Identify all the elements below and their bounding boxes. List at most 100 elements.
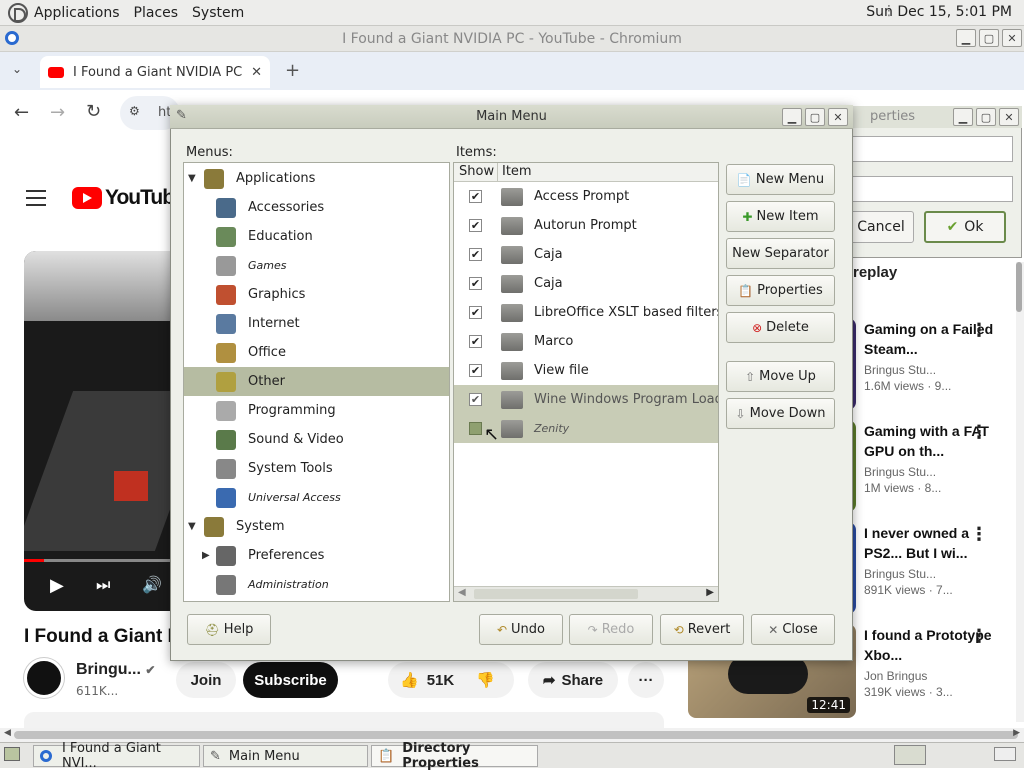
minimize-button[interactable]: ▁	[782, 108, 802, 126]
scroll-left-icon[interactable]: ◀	[4, 728, 11, 738]
show-checkbox-checked[interactable]: ✔	[469, 335, 482, 348]
tree-item[interactable]: Graphics	[184, 280, 449, 309]
more-vert-icon[interactable]: ⋮	[970, 626, 988, 647]
tree-item[interactable]: ▶ Preferences	[184, 541, 449, 570]
tree-item[interactable]: ▼ Applications	[184, 164, 449, 193]
dislike-icon[interactable]: 👎	[476, 671, 495, 689]
browser-horizontal-scrollbar[interactable]: ◀ ▶	[0, 728, 1024, 742]
close-button[interactable]: ✕	[999, 108, 1019, 126]
volume-icon[interactable]: 🔊	[142, 575, 162, 594]
maximize-button[interactable]: ▢	[976, 108, 996, 126]
tree-item[interactable]: Administration	[184, 570, 449, 599]
move-down-button[interactable]: ⇩ Move Down	[726, 398, 835, 429]
taskbar-item-main-menu[interactable]: ✎ Main Menu	[203, 745, 368, 767]
scrollbar-thumb[interactable]	[14, 731, 1018, 739]
help-button[interactable]: ⛑ Help	[187, 614, 271, 645]
directory-name-field[interactable]	[852, 136, 1013, 162]
item-row[interactable]: ✔ LibreOffice XSLT based filters	[454, 298, 718, 327]
guide-menu-icon[interactable]	[26, 190, 46, 206]
panel-clock[interactable]: Sun Dec 15, 5:01 PM	[866, 4, 1012, 20]
item-row[interactable]: ✔ Access Prompt	[454, 182, 718, 211]
tab-search-chevron-icon[interactable]: ⌄	[12, 62, 22, 76]
youtube-logo[interactable]: YouTube	[72, 186, 186, 210]
maximize-button[interactable]: ▢	[979, 29, 999, 47]
next-icon[interactable]: ⏭	[96, 575, 110, 595]
taskbar-item-directory-properties[interactable]: 📋 Directory Properties	[371, 741, 538, 771]
tab-close-icon[interactable]: ✕	[251, 65, 262, 80]
menus-tree[interactable]: ▼ Applications Accessories Education Games Gr…	[183, 162, 450, 602]
workspace-switcher[interactable]	[894, 745, 926, 765]
tree-item[interactable]: ▼ System	[184, 512, 449, 541]
column-show-header[interactable]: Show	[459, 164, 494, 179]
cancel-button[interactable]: Cancel	[848, 211, 914, 243]
tree-item[interactable]: System Tools	[184, 454, 449, 483]
properties-button[interactable]: 📋 Properties	[726, 275, 835, 306]
reload-icon[interactable]: ↻	[86, 101, 101, 122]
more-vert-icon[interactable]: ⋮	[970, 524, 988, 545]
tree-item[interactable]: Internet	[184, 309, 449, 338]
close-button[interactable]: ✕	[828, 108, 848, 126]
minimize-button[interactable]: ▁	[953, 108, 973, 126]
close-dialog-button[interactable]: ✕ Close	[751, 614, 835, 645]
item-row[interactable]: ✔ View file	[454, 356, 718, 385]
item-row[interactable]: ✔ Autorun Prompt	[454, 211, 718, 240]
items-horizontal-scrollbar[interactable]: ◀ ▶	[454, 586, 718, 601]
show-checkbox-checked[interactable]: ✔	[469, 190, 482, 203]
share-button[interactable]: ➦ Share	[528, 662, 618, 698]
item-row[interactable]: ✔ Wine Windows Program Loader	[454, 385, 718, 414]
panel-menu-places[interactable]: Places	[134, 5, 179, 21]
minimize-button[interactable]: ▁	[956, 29, 976, 47]
item-row[interactable]: ✔ Marco	[454, 327, 718, 356]
delete-button[interactable]: ⊗ Delete	[726, 312, 835, 343]
tree-item[interactable]: Office	[184, 338, 449, 367]
move-up-button[interactable]: ⇧ Move Up	[726, 361, 835, 392]
expander-open-icon[interactable]: ▼	[188, 173, 202, 184]
description-box[interactable]	[24, 712, 664, 728]
revert-button[interactable]: ⟲ Revert	[660, 614, 744, 645]
item-row[interactable]: ✔ Caja	[454, 269, 718, 298]
maximize-button[interactable]: ▢	[805, 108, 825, 126]
tree-item[interactable]: Education	[184, 222, 449, 251]
browser-tab-active[interactable]: I Found a Giant NVIDIA PC - Y ✕	[40, 56, 270, 88]
trash-applet-icon[interactable]	[994, 747, 1016, 761]
expander-open-icon[interactable]: ▼	[188, 521, 202, 532]
live-chat-replay-label[interactable]: replay	[853, 264, 897, 281]
distro-logo-icon[interactable]	[8, 2, 28, 23]
channel-name[interactable]: Bringu... ✔	[76, 661, 155, 679]
join-button[interactable]: Join	[176, 662, 236, 698]
page-scrollbar-thumb[interactable]	[1016, 262, 1022, 312]
scroll-left-icon[interactable]: ◀	[458, 587, 466, 598]
show-checkbox-checked[interactable]: ✔	[469, 219, 482, 232]
more-vert-icon[interactable]: ⋮	[970, 422, 988, 443]
show-checkbox-unchecked[interactable]	[469, 422, 482, 435]
close-button[interactable]: ✕	[1002, 29, 1022, 47]
page-scrollbar[interactable]	[1016, 262, 1024, 722]
tree-item[interactable]: Sound & Video	[184, 425, 449, 454]
channel-avatar[interactable]	[24, 658, 64, 698]
like-icon[interactable]: 👍	[400, 671, 419, 689]
show-checkbox-checked[interactable]: ✔	[469, 393, 482, 406]
new-item-button[interactable]: ✚ New Item	[726, 201, 835, 232]
ok-button[interactable]: ✔ Ok	[924, 211, 1006, 243]
item-row[interactable]: ✔ Caja	[454, 240, 718, 269]
back-arrow-icon[interactable]: ←	[14, 102, 29, 123]
tree-item[interactable]: Other	[184, 367, 449, 396]
panel-menu-system[interactable]: System	[192, 5, 244, 21]
show-checkbox-checked[interactable]: ✔	[469, 277, 482, 290]
more-actions-button[interactable]: ···	[628, 662, 664, 698]
show-desktop-icon[interactable]	[4, 747, 20, 761]
play-icon[interactable]: ▶	[50, 575, 64, 596]
column-item-header[interactable]: Item	[502, 164, 532, 179]
subscribe-button[interactable]: Subscribe	[243, 662, 338, 698]
tree-item[interactable]: Universal Access	[184, 483, 449, 512]
directory-comment-field[interactable]	[852, 176, 1013, 202]
tree-item[interactable]: Games	[184, 251, 449, 280]
new-separator-button[interactable]: New Separator	[726, 238, 835, 269]
taskbar-item-chromium[interactable]: I Found a Giant NVI...	[33, 741, 200, 771]
expander-closed-icon[interactable]: ▶	[202, 550, 216, 561]
video-player[interactable]: ▶ ⏭ 🔊	[24, 251, 174, 611]
scroll-right-icon[interactable]: ▶	[706, 587, 714, 598]
new-menu-button[interactable]: 📄 New Menu	[726, 164, 835, 195]
show-checkbox-checked[interactable]: ✔	[469, 248, 482, 261]
show-checkbox-checked[interactable]: ✔	[469, 364, 482, 377]
